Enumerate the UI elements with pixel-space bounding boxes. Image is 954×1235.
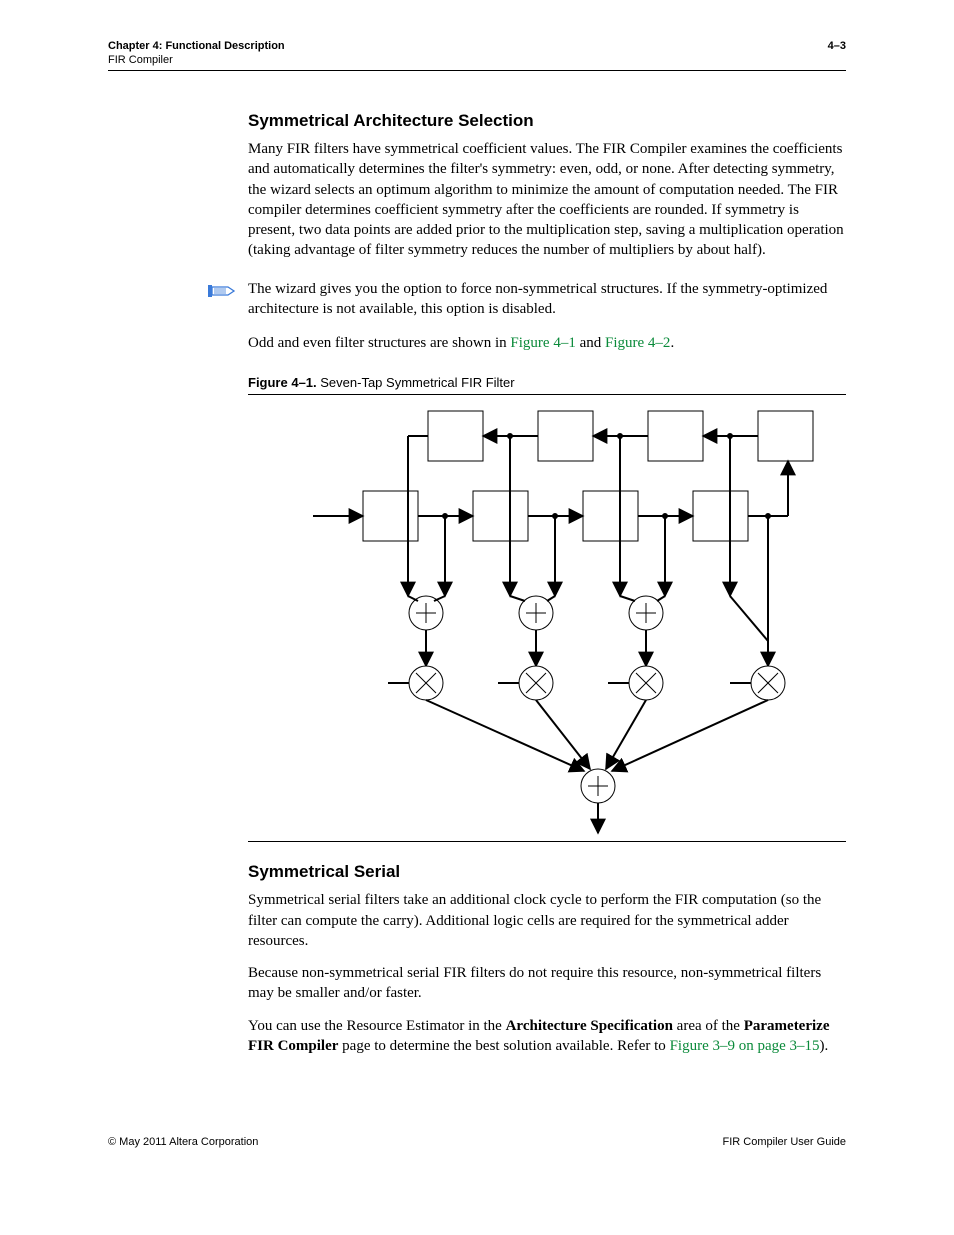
paragraph: Odd and even filter structures are shown… <box>248 333 846 353</box>
adder-icon <box>409 596 443 630</box>
running-header: Chapter 4: Functional Description 4–3 <box>108 40 846 52</box>
chapter-label: Chapter 4: Functional Description <box>108 40 285 52</box>
link-figure-4-1[interactable]: Figure 4–1 <box>510 335 575 351</box>
hand-point-icon <box>208 281 248 301</box>
figure-diagram <box>248 395 846 841</box>
header-rule <box>108 70 846 71</box>
header-subtitle: FIR Compiler <box>108 54 846 66</box>
paragraph: You can use the Resource Estimator in th… <box>248 1016 846 1057</box>
figure-title: Seven-Tap Symmetrical FIR Filter <box>320 375 514 390</box>
figure-bottom-rule <box>248 841 846 842</box>
note-text: The wizard gives you the option to force… <box>248 279 846 320</box>
figure-caption: Figure 4–1. Seven-Tap Symmetrical FIR Fi… <box>248 375 846 390</box>
paragraph: Symmetrical serial filters take an addit… <box>248 890 846 951</box>
page-number: 4–3 <box>828 40 846 52</box>
section-title-symmetrical-serial: Symmetrical Serial <box>248 862 846 882</box>
paragraph: Many FIR filters have symmetrical coeffi… <box>248 139 846 261</box>
note-block: The wizard gives you the option to force… <box>208 279 846 320</box>
running-footer: © May 2011 Altera Corporation FIR Compil… <box>108 1136 846 1148</box>
footer-left: © May 2011 Altera Corporation <box>108 1136 258 1148</box>
multiplier-icon <box>751 666 785 700</box>
adder-icon <box>581 769 615 803</box>
figure-label: Figure 4–1. <box>248 375 317 390</box>
multiplier-icon <box>629 666 663 700</box>
multiplier-icon <box>409 666 443 700</box>
link-figure-4-2[interactable]: Figure 4–2 <box>605 335 670 351</box>
footer-right: FIR Compiler User Guide <box>723 1136 846 1148</box>
section-title-symmetrical-architecture: Symmetrical Architecture Selection <box>248 111 846 131</box>
paragraph: Because non-symmetrical serial FIR filte… <box>248 963 846 1004</box>
multiplier-icon <box>519 666 553 700</box>
link-figure-3-9[interactable]: Figure 3–9 on page 3–15 <box>670 1038 820 1054</box>
